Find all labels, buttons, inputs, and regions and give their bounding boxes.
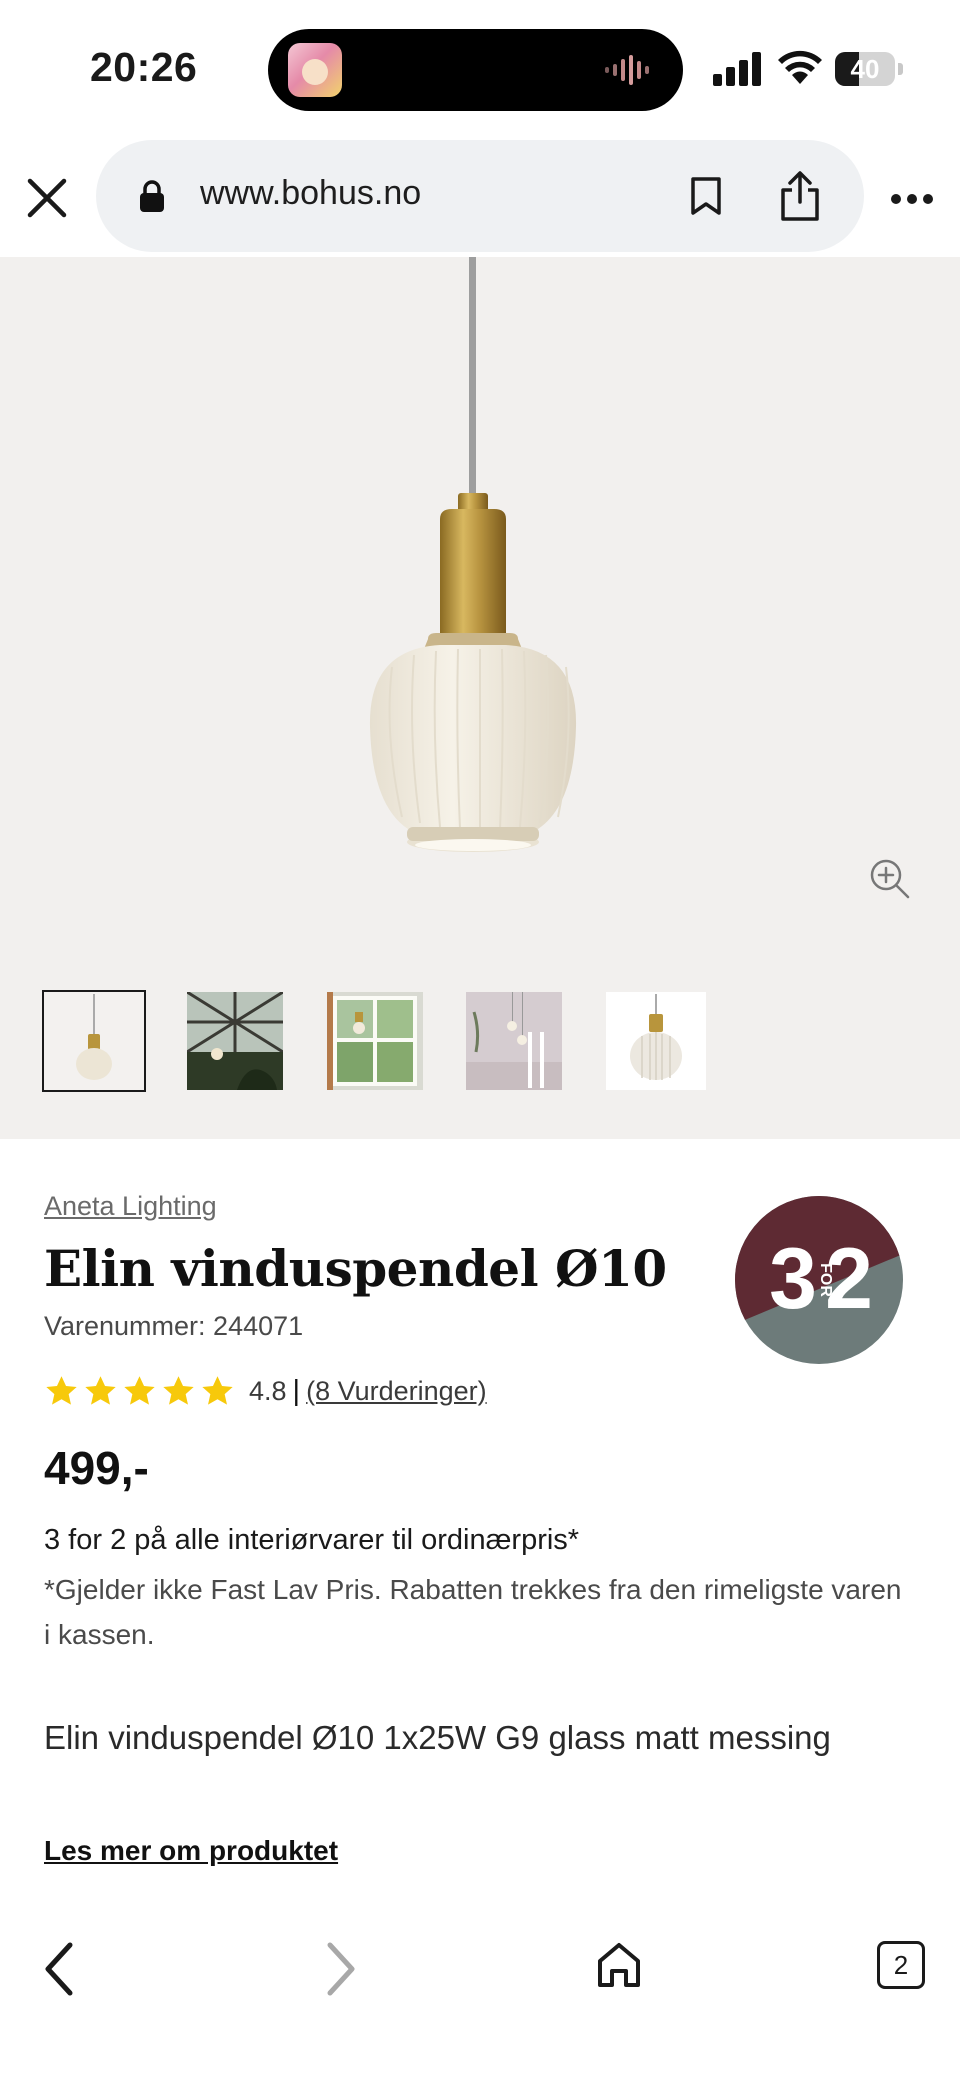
- more-icon[interactable]: [890, 192, 934, 206]
- product-price: 499,-: [44, 1442, 149, 1494]
- rating-value: 4.8: [249, 1375, 287, 1406]
- product-description: Elin vinduspendel Ø10 1x25W G9 glass mat…: [44, 1719, 831, 1756]
- url-field[interactable]: www.bohus.no: [96, 140, 864, 252]
- 3-for-2-badge: 3 FOR 2: [735, 1196, 903, 1364]
- share-icon[interactable]: [778, 170, 822, 222]
- star-icon: [202, 1375, 233, 1405]
- lock-icon: [140, 180, 164, 212]
- battery-level: 40: [850, 54, 880, 84]
- close-icon[interactable]: [24, 175, 70, 221]
- product-image[interactable]: [310, 257, 650, 857]
- product-gallery[interactable]: [0, 257, 960, 1139]
- magazine-app-icon[interactable]: [288, 43, 342, 97]
- product-rating: 4.8 | (8 Vurderinger): [44, 1371, 487, 1411]
- thumbnail-3[interactable]: [327, 992, 423, 1090]
- reviews-link[interactable]: (8 Vurderinger): [306, 1376, 487, 1407]
- browser-address-bar: www.bohus.no: [0, 135, 960, 257]
- status-time: 20:26: [90, 44, 198, 90]
- star-icon: [124, 1375, 155, 1405]
- back-icon[interactable]: [40, 1939, 80, 1999]
- rating-separator: |: [292, 1374, 301, 1407]
- product-title: Elin vinduspendel Ø10: [44, 1239, 667, 1298]
- thumbnail-5[interactable]: [606, 992, 706, 1090]
- browser-toolbar: 2: [0, 1919, 960, 2086]
- url-text[interactable]: www.bohus.no: [200, 174, 421, 213]
- star-icon: [46, 1375, 77, 1405]
- badge-right: 2: [825, 1231, 873, 1327]
- zoom-in-icon[interactable]: [868, 857, 910, 899]
- star-icon: [85, 1375, 116, 1405]
- dynamic-island[interactable]: [268, 29, 683, 111]
- home-icon[interactable]: [596, 1941, 642, 1989]
- thumbnail-1[interactable]: [42, 990, 146, 1092]
- brand-link[interactable]: Aneta Lighting: [44, 1191, 217, 1222]
- status-bar: 20:26 40: [0, 0, 960, 135]
- wifi-icon: [778, 50, 822, 84]
- tabs-button[interactable]: 2: [877, 1941, 925, 1989]
- read-more-link[interactable]: Les mer om produktet: [44, 1835, 338, 1867]
- rating-stars: [44, 1374, 235, 1409]
- thumbnail-2[interactable]: [187, 992, 283, 1090]
- forward-icon[interactable]: [320, 1939, 360, 1999]
- product-info: Aneta Lighting Elin vinduspendel Ø10 Var…: [0, 1139, 960, 1919]
- product-sku: Varenummer: 244071: [44, 1311, 304, 1341]
- cellular-signal-icon: [713, 52, 761, 86]
- badge-left: 3: [769, 1231, 817, 1327]
- battery-indicator: 40: [835, 52, 903, 86]
- bookmark-icon[interactable]: [688, 176, 724, 216]
- thumbnail-4[interactable]: [466, 992, 562, 1090]
- promo-note: *Gjelder ikke Fast Lav Pris. Rabatten tr…: [44, 1574, 902, 1650]
- audio-waveform-icon: [605, 55, 649, 85]
- star-icon: [163, 1375, 194, 1405]
- promo-title: 3 for 2 på alle interiørvarer til ordinæ…: [44, 1524, 580, 1556]
